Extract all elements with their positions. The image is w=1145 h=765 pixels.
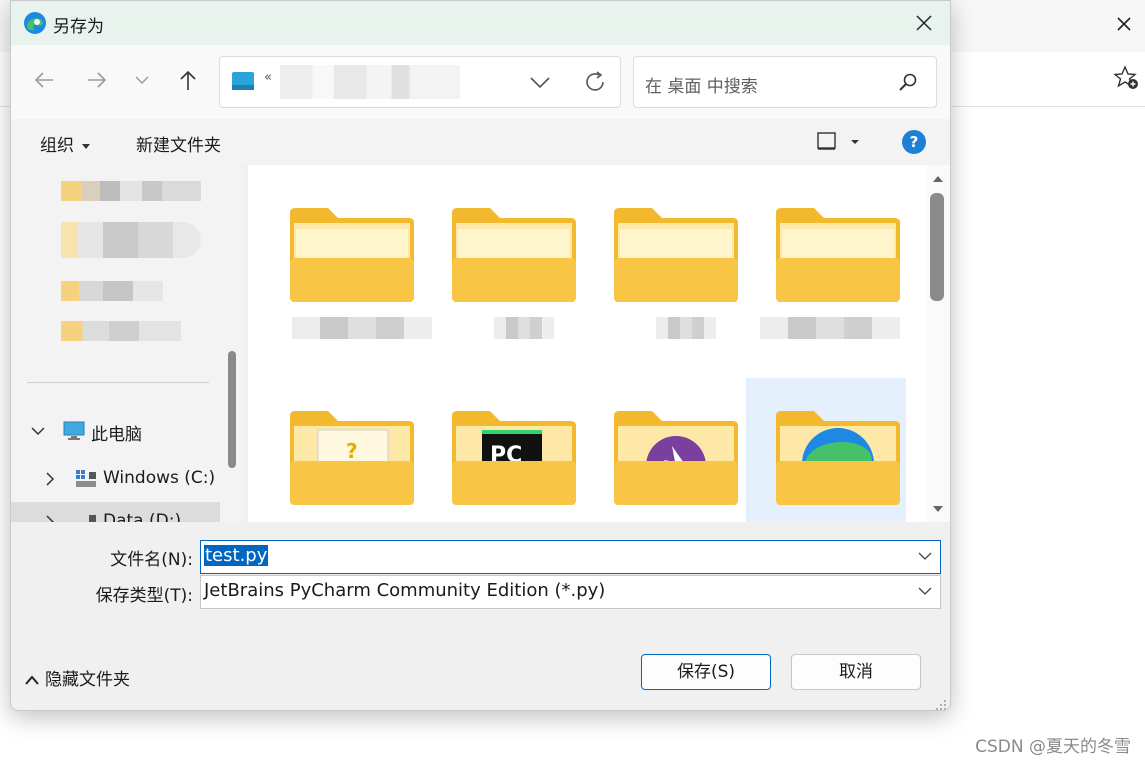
tree-item-label: Data (D:) bbox=[103, 511, 182, 522]
folder-name-blurred bbox=[292, 317, 432, 339]
close-button[interactable] bbox=[909, 9, 939, 37]
chevron-down-icon bbox=[135, 76, 149, 85]
desktop-icon bbox=[232, 72, 254, 90]
dialog-title: 另存为 bbox=[53, 17, 104, 37]
folder-name-blurred bbox=[760, 317, 900, 339]
tree-item-data-d[interactable]: Data (D:) bbox=[11, 502, 220, 522]
folder-name-blurred bbox=[494, 317, 554, 339]
search-icon[interactable] bbox=[898, 72, 918, 92]
chevron-up-icon bbox=[25, 675, 39, 685]
arrow-left-icon bbox=[34, 72, 53, 88]
filename-input[interactable]: test.py bbox=[200, 540, 941, 574]
folder-item[interactable] bbox=[260, 175, 432, 339]
chevron-down-icon bbox=[530, 77, 550, 89]
chevron-down-icon[interactable] bbox=[918, 549, 932, 563]
add-favorite-icon[interactable] bbox=[1113, 64, 1141, 92]
chevron-down-icon bbox=[31, 427, 45, 436]
view-icon bbox=[817, 132, 859, 150]
filename-value[interactable]: test.py bbox=[204, 545, 269, 566]
nav-pane-scrollbar[interactable] bbox=[228, 351, 236, 468]
command-bar: 组织 新建文件夹 bbox=[11, 119, 950, 165]
svg-text:?: ? bbox=[910, 133, 919, 151]
dialog-titlebar: 另存为 bbox=[11, 1, 950, 45]
caret-down-icon bbox=[82, 143, 90, 149]
organize-label: 组织 bbox=[40, 136, 74, 156]
help-button[interactable]: ? bbox=[901, 129, 927, 159]
save-button[interactable]: 保存(S) bbox=[641, 654, 771, 690]
navigation-bar: « 在 桌面 中搜索 bbox=[11, 45, 950, 119]
new-folder-button[interactable]: 新建文件夹 bbox=[136, 131, 221, 156]
cancel-button[interactable]: 取消 bbox=[791, 654, 921, 690]
tree-item-this-pc[interactable]: 此电脑 bbox=[11, 411, 220, 451]
edge-app-icon bbox=[23, 11, 47, 35]
folder-icon bbox=[614, 208, 738, 302]
tree-item-windows-c[interactable]: Windows (C:) bbox=[11, 459, 220, 499]
quick-access-item-blurred[interactable] bbox=[61, 222, 201, 258]
chevron-right-icon bbox=[46, 472, 55, 486]
file-view: ? PC bbox=[248, 165, 949, 522]
chevron-right-icon bbox=[46, 515, 55, 522]
quick-access-item-blurred[interactable] bbox=[61, 281, 181, 301]
folder-icon bbox=[614, 411, 738, 505]
chevron-down-icon[interactable] bbox=[918, 584, 932, 598]
hide-folders-label: 隐藏文件夹 bbox=[45, 670, 130, 690]
arrow-right-icon bbox=[88, 72, 107, 88]
pane-divider bbox=[27, 382, 209, 383]
tree-item-label: Windows (C:) bbox=[103, 468, 216, 488]
edge-folder-icon bbox=[776, 411, 900, 505]
folder-icon bbox=[452, 208, 576, 302]
svg-text:?: ? bbox=[346, 439, 358, 463]
address-history-button[interactable] bbox=[528, 70, 552, 94]
pycharm-folder-icon: PC bbox=[452, 411, 576, 505]
tree-item-label: 此电脑 bbox=[91, 425, 142, 445]
resize-grip-icon[interactable] bbox=[935, 696, 947, 710]
address-path-blurred bbox=[280, 65, 460, 99]
view-options-button[interactable] bbox=[817, 131, 867, 153]
back-button[interactable] bbox=[29, 65, 59, 95]
close-icon bbox=[916, 15, 932, 31]
filetype-select[interactable]: JetBrains PyCharm Community Edition (*.p… bbox=[200, 575, 941, 609]
refresh-icon bbox=[586, 71, 604, 91]
refresh-button[interactable] bbox=[582, 69, 608, 95]
hide-folders-toggle[interactable]: 隐藏文件夹 bbox=[25, 665, 130, 690]
folder-icon bbox=[290, 208, 414, 302]
folder-icon bbox=[776, 208, 900, 302]
drive-icon bbox=[76, 470, 96, 487]
search-input[interactable]: 在 桌面 中搜索 bbox=[645, 72, 758, 97]
filetype-value: JetBrains PyCharm Community Edition (*.p… bbox=[204, 580, 606, 601]
quick-access-item-blurred[interactable] bbox=[61, 181, 201, 201]
arrow-up-icon bbox=[180, 70, 196, 90]
quick-access-item-blurred[interactable] bbox=[61, 321, 181, 341]
folder-item[interactable] bbox=[746, 378, 906, 522]
organize-menu[interactable]: 组织 bbox=[40, 131, 90, 156]
folder-name-blurred bbox=[656, 317, 716, 339]
drive-icon bbox=[89, 515, 96, 522]
folder-item[interactable]: ? bbox=[260, 378, 420, 522]
help-icon: ? bbox=[902, 130, 926, 154]
search-box[interactable]: 在 桌面 中搜索 bbox=[633, 56, 937, 108]
filename-label: 文件名(N): bbox=[110, 550, 193, 570]
watermark: CSDN @夏天的冬雪 bbox=[975, 737, 1131, 757]
address-overflow-chevron[interactable]: « bbox=[264, 70, 272, 85]
address-bar[interactable]: « bbox=[219, 56, 621, 108]
scrollbar-thumb[interactable] bbox=[930, 193, 944, 301]
navigation-pane: 此电脑 Windows (C:) Data (D:) bbox=[11, 165, 243, 522]
save-as-dialog: 另存为 « 在 桌面 中搜索 组织 新建文件夹 此电脑 Windows (C:)… bbox=[10, 0, 951, 711]
folder-item[interactable] bbox=[422, 175, 582, 339]
folder-item[interactable]: PC bbox=[422, 378, 582, 522]
up-button[interactable] bbox=[173, 65, 203, 95]
folder-item[interactable] bbox=[746, 175, 906, 339]
folder-item[interactable] bbox=[584, 175, 744, 339]
recent-locations-button[interactable] bbox=[127, 65, 157, 95]
computer-icon bbox=[63, 421, 85, 440]
folder-item[interactable] bbox=[584, 378, 744, 522]
folder-icon: ? bbox=[290, 411, 414, 505]
forward-button[interactable] bbox=[82, 65, 112, 95]
filetype-label: 保存类型(T): bbox=[95, 586, 193, 606]
browser-close-icon[interactable] bbox=[1112, 12, 1136, 36]
